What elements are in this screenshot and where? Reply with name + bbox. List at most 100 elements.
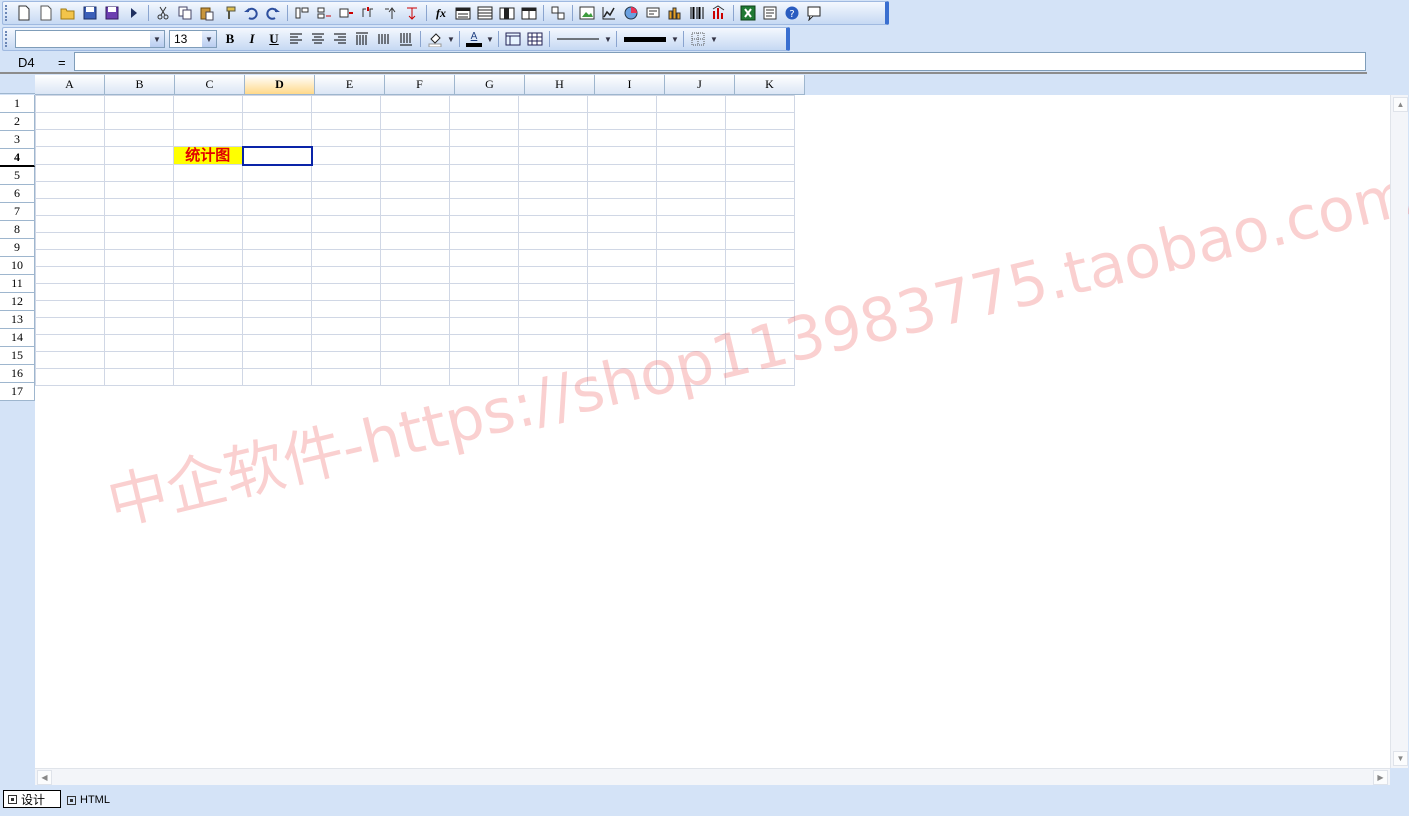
cell-f3[interactable] — [380, 129, 450, 147]
image-icon[interactable] — [576, 3, 598, 23]
row-header[interactable]: 16 — [0, 365, 35, 383]
cell-k2[interactable] — [725, 112, 795, 130]
row-header[interactable]: 15 — [0, 347, 35, 365]
row-header[interactable]: 12 — [0, 293, 35, 311]
new-sheet-icon[interactable] — [13, 3, 35, 23]
valign-bottom-icon[interactable] — [395, 29, 417, 49]
horizontal-scrollbar[interactable]: ◀ ▶ — [35, 768, 1390, 785]
column-header[interactable]: J — [665, 75, 735, 95]
cell-e1[interactable] — [311, 95, 381, 113]
cell-k13[interactable] — [725, 300, 795, 318]
cell-h10[interactable] — [518, 249, 588, 267]
scroll-up-icon[interactable]: ▲ — [1393, 97, 1408, 112]
font-name-select[interactable]: ▼ — [15, 30, 165, 48]
line-style-dropdown-icon[interactable]: ▼ — [603, 35, 613, 44]
cell-j13[interactable] — [656, 300, 726, 318]
cell-f14[interactable] — [380, 317, 450, 335]
cell-a3[interactable] — [35, 129, 105, 147]
cell-g9[interactable] — [449, 232, 519, 250]
cell-f9[interactable] — [380, 232, 450, 250]
cell-k15[interactable] — [725, 334, 795, 352]
cell-g11[interactable] — [449, 266, 519, 284]
cell-c3[interactable] — [173, 129, 243, 147]
cell-f8[interactable] — [380, 215, 450, 233]
cell-d12[interactable] — [242, 283, 312, 301]
cell-d6[interactable] — [242, 181, 312, 199]
cell-i13[interactable] — [587, 300, 657, 318]
fill-color-dropdown-icon[interactable]: ▼ — [446, 35, 456, 44]
cell-d15[interactable] — [242, 334, 312, 352]
cell-i1[interactable] — [587, 95, 657, 113]
cell-i9[interactable] — [587, 232, 657, 250]
cell-b12[interactable] — [104, 283, 174, 301]
cell-c8[interactable] — [173, 215, 243, 233]
cell-c16[interactable] — [173, 351, 243, 369]
cell-k12[interactable] — [725, 283, 795, 301]
cell-k6[interactable] — [725, 181, 795, 199]
cell-j9[interactable] — [656, 232, 726, 250]
cell-c17[interactable] — [173, 368, 243, 386]
cell-d7[interactable] — [242, 198, 312, 216]
cell-g15[interactable] — [449, 334, 519, 352]
cell-e16[interactable] — [311, 351, 381, 369]
cell-h15[interactable] — [518, 334, 588, 352]
cell-d2[interactable] — [242, 112, 312, 130]
cell-g3[interactable] — [449, 129, 519, 147]
copy-icon[interactable] — [174, 3, 196, 23]
row-header[interactable]: 17 — [0, 383, 35, 401]
paste-icon[interactable] — [196, 3, 218, 23]
cell-h4[interactable] — [518, 146, 588, 165]
cell-a8[interactable] — [35, 215, 105, 233]
cell-a6[interactable] — [35, 181, 105, 199]
cell-b10[interactable] — [104, 249, 174, 267]
cell-i5[interactable] — [587, 164, 657, 182]
cell-h12[interactable] — [518, 283, 588, 301]
cell-k14[interactable] — [725, 317, 795, 335]
row-header[interactable]: 3 — [0, 131, 35, 149]
column-header[interactable]: I — [595, 75, 665, 95]
cell-e3[interactable] — [311, 129, 381, 147]
cell-c4[interactable]: 统计图 — [173, 146, 243, 165]
cell-g4[interactable] — [449, 146, 519, 165]
cell-j15[interactable] — [656, 334, 726, 352]
cell-b2[interactable] — [104, 112, 174, 130]
cell-g8[interactable] — [449, 215, 519, 233]
cell-b3[interactable] — [104, 129, 174, 147]
row-header[interactable]: 5 — [0, 167, 35, 185]
cell-h5[interactable] — [518, 164, 588, 182]
align-right-icon[interactable] — [329, 29, 351, 49]
cell-j6[interactable] — [656, 181, 726, 199]
scroll-right-icon[interactable]: ▶ — [1373, 770, 1388, 785]
format-painter-icon[interactable] — [218, 3, 240, 23]
cell-j8[interactable] — [656, 215, 726, 233]
cell-i8[interactable] — [587, 215, 657, 233]
cell-a9[interactable] — [35, 232, 105, 250]
cell-d3[interactable] — [242, 129, 312, 147]
cell-i4[interactable] — [587, 146, 657, 165]
align-left-icon[interactable] — [285, 29, 307, 49]
table-grid-icon[interactable] — [524, 29, 546, 49]
tab-html[interactable]: HTML — [67, 791, 110, 809]
report-group-icon[interactable] — [518, 3, 540, 23]
tab-design[interactable]: 设计 — [3, 790, 61, 808]
cell-f2[interactable] — [380, 112, 450, 130]
run-icon[interactable] — [123, 3, 145, 23]
cell-i16[interactable] — [587, 351, 657, 369]
cell-c12[interactable] — [173, 283, 243, 301]
cell-e11[interactable] — [311, 266, 381, 284]
toolbar-grip[interactable] — [5, 5, 10, 21]
cell-j7[interactable] — [656, 198, 726, 216]
row-header[interactable]: 8 — [0, 221, 35, 239]
cell-e9[interactable] — [311, 232, 381, 250]
cell-i10[interactable] — [587, 249, 657, 267]
cell-j4[interactable] — [656, 146, 726, 165]
valign-middle-icon[interactable] — [373, 29, 395, 49]
cell-k3[interactable] — [725, 129, 795, 147]
undo-icon[interactable] — [240, 3, 262, 23]
cell-j17[interactable] — [656, 368, 726, 386]
row-header[interactable]: 4 — [0, 149, 35, 167]
cell-h2[interactable] — [518, 112, 588, 130]
move-down-icon[interactable] — [401, 3, 423, 23]
cell-h7[interactable] — [518, 198, 588, 216]
cell-d5[interactable] — [242, 164, 312, 182]
